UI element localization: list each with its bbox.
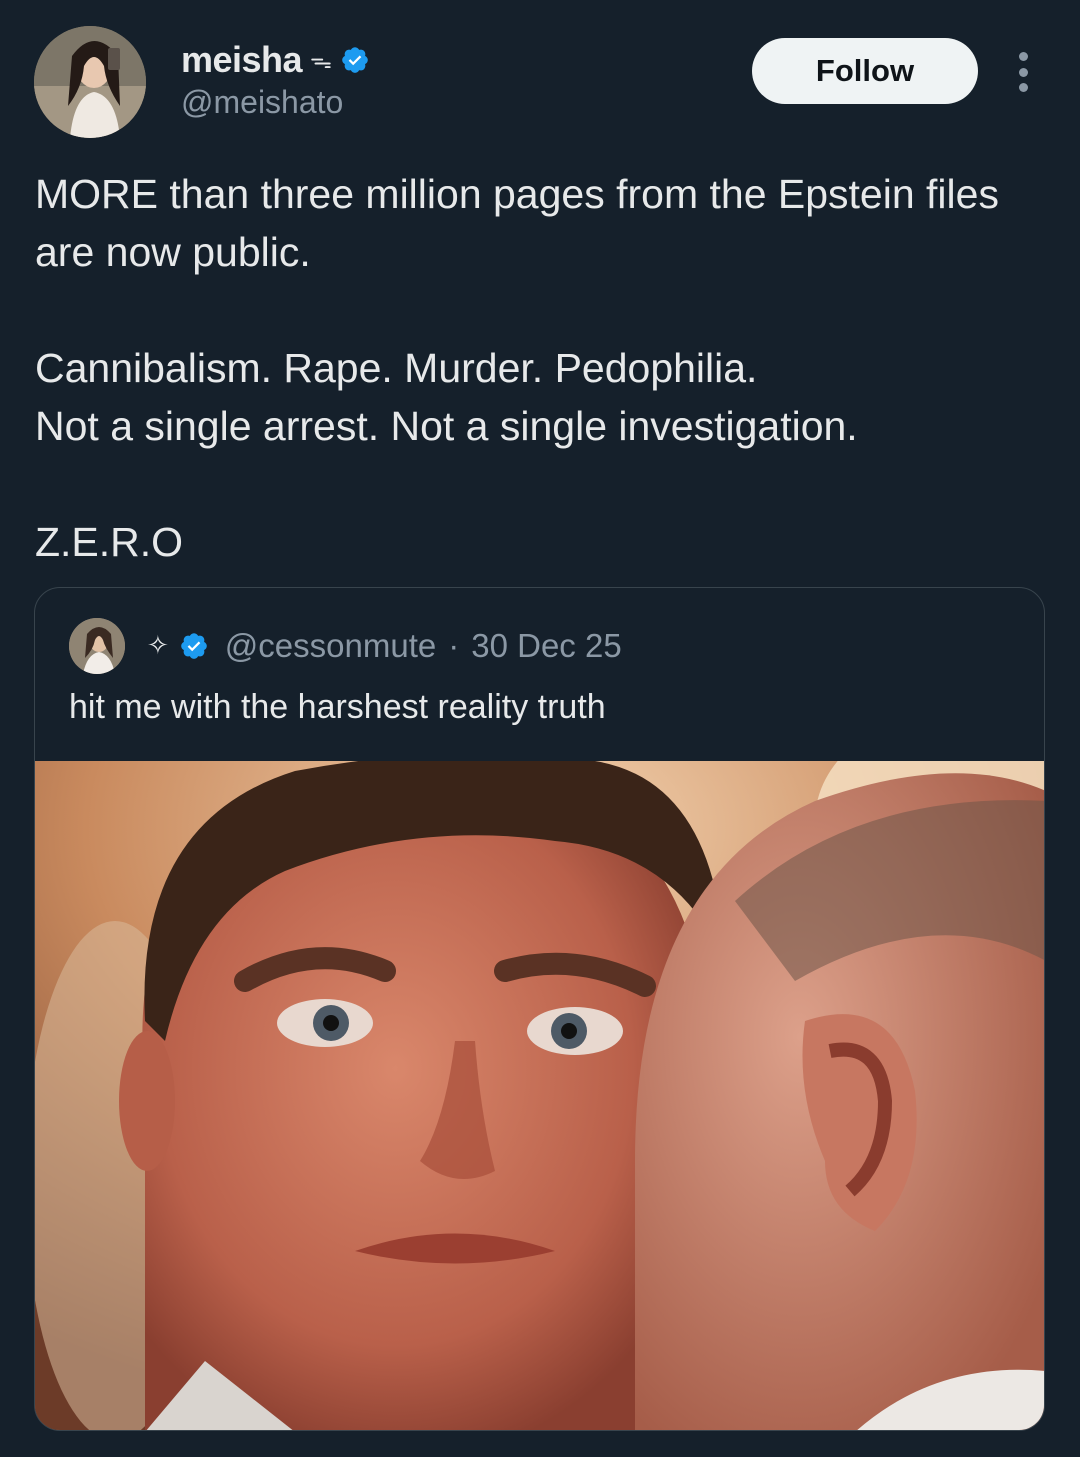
follow-button[interactable]: Follow	[752, 38, 978, 104]
author-display-name[interactable]: meisha	[181, 39, 303, 81]
quoted-tweet-text: hit me with the harshest reality truth	[69, 688, 606, 726]
tweet-line: MORE than three million pages from the E…	[35, 171, 999, 275]
quoted-tweet-photo[interactable]	[35, 761, 1044, 1430]
tweet-line: Not a single arrest. Not a single invest…	[35, 403, 858, 449]
header-separator: ·	[448, 627, 460, 664]
verified-badge-icon	[341, 47, 368, 73]
more-options-icon[interactable]	[1008, 50, 1038, 94]
tweet-line: Cannibalism. Rape. Murder. Pedophilia.	[35, 345, 758, 391]
quoted-tweet-card[interactable]: ✧ @cessonmute · 30 Dec 25 hit me with th…	[34, 587, 1045, 1431]
author-name-emoji: ᯓ	[310, 49, 332, 74]
author-name-row[interactable]: meisha ᯓ	[181, 38, 370, 82]
quoted-author-handle[interactable]: @cessonmute	[225, 627, 436, 665]
quoted-tweet-header: ✧ @cessonmute · 30 Dec 25	[69, 618, 622, 674]
quoted-tweet-date[interactable]: 30 Dec 25	[471, 627, 621, 665]
sparkle-icon: ✧	[147, 631, 169, 661]
tweet-text: MORE than three million pages from the E…	[35, 165, 1045, 571]
verified-badge-icon	[180, 633, 207, 659]
quoted-author-avatar[interactable]	[69, 618, 125, 674]
author-avatar[interactable]	[34, 26, 146, 138]
author-handle[interactable]: @meishato	[181, 84, 343, 121]
tweet-line: Z.E.R.O	[35, 519, 184, 565]
